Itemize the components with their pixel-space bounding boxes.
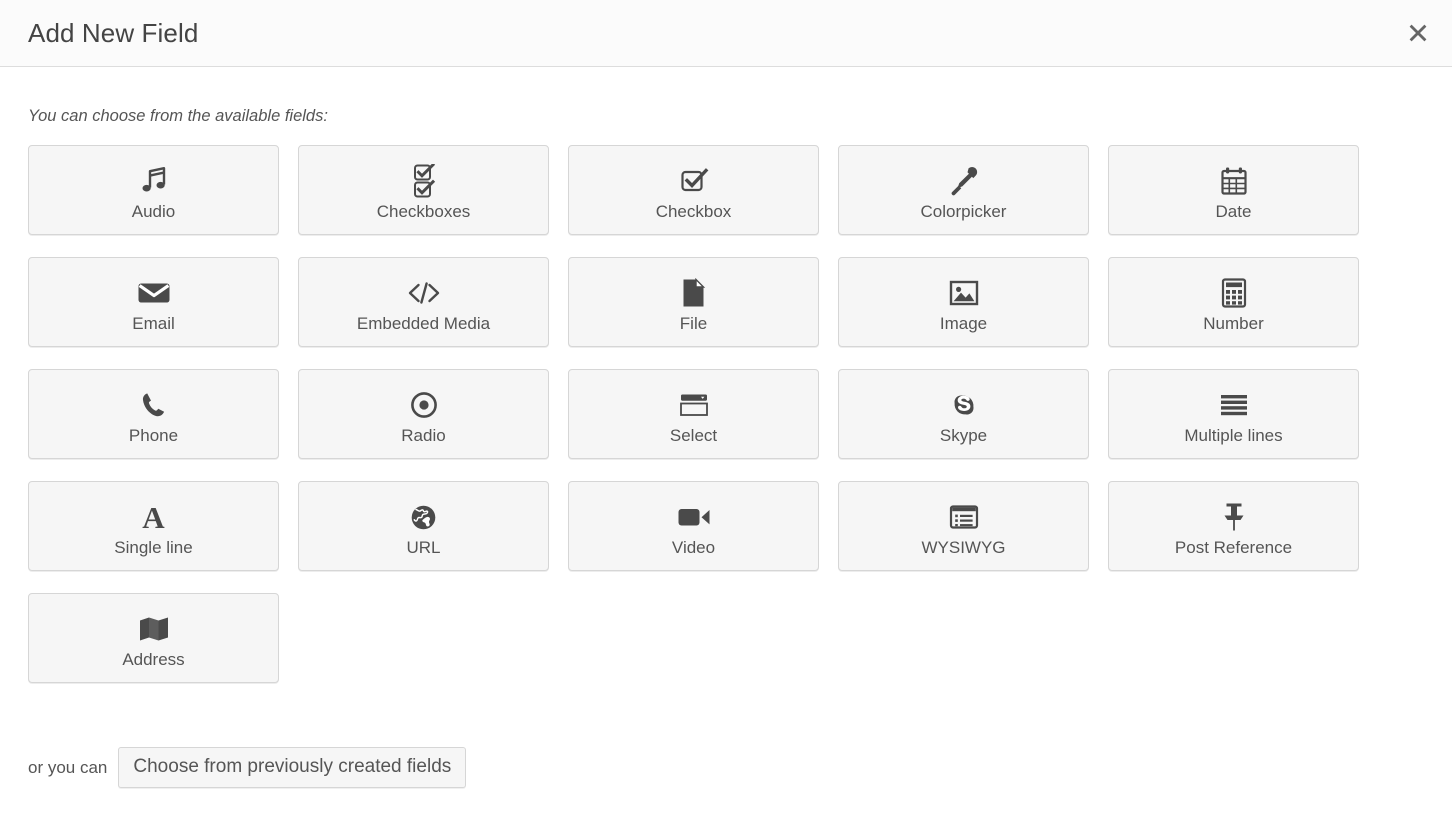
field-button-multiple-lines[interactable]: Multiple lines bbox=[1108, 369, 1359, 459]
field-label: Select bbox=[670, 427, 717, 444]
field-button-embedded-media[interactable]: Embedded Media bbox=[298, 257, 549, 347]
dropdown-select-icon bbox=[678, 387, 710, 423]
field-button-wysiwyg[interactable]: WYSIWYG bbox=[838, 481, 1089, 571]
skype-icon bbox=[950, 387, 978, 423]
radio-button-icon bbox=[410, 387, 438, 423]
field-label: Radio bbox=[401, 427, 445, 444]
field-label: Address bbox=[122, 651, 184, 668]
music-note-icon bbox=[140, 163, 168, 199]
field-button-colorpicker[interactable]: Colorpicker bbox=[838, 145, 1089, 235]
image-icon bbox=[949, 275, 979, 311]
field-button-checkboxes[interactable]: Checkboxes bbox=[298, 145, 549, 235]
page-title: Add New Field bbox=[28, 20, 198, 46]
field-button-select[interactable]: Select bbox=[568, 369, 819, 459]
field-button-url[interactable]: URL bbox=[298, 481, 549, 571]
field-button-address[interactable]: Address bbox=[28, 593, 279, 683]
field-label: Checkboxes bbox=[377, 203, 471, 220]
field-label: Colorpicker bbox=[921, 203, 1007, 220]
field-button-checkbox[interactable]: Checkbox bbox=[568, 145, 819, 235]
field-label: File bbox=[680, 315, 707, 332]
code-brackets-icon bbox=[406, 275, 442, 311]
field-label: Number bbox=[1203, 315, 1263, 332]
field-button-radio[interactable]: Radio bbox=[298, 369, 549, 459]
choose-previous-fields-button[interactable]: Choose from previously created fields bbox=[118, 747, 466, 788]
intro-text: You can choose from the available fields… bbox=[28, 67, 1424, 125]
align-justify-icon bbox=[1219, 387, 1249, 423]
field-label: Email bbox=[132, 315, 175, 332]
field-button-image[interactable]: Image bbox=[838, 257, 1089, 347]
envelope-icon bbox=[137, 275, 171, 311]
field-button-post-reference[interactable]: Post Reference bbox=[1108, 481, 1359, 571]
rich-text-editor-icon bbox=[949, 499, 979, 535]
field-button-skype[interactable]: Skype bbox=[838, 369, 1089, 459]
field-button-single-line[interactable]: A Single line bbox=[28, 481, 279, 571]
modal-header: Add New Field bbox=[0, 0, 1452, 67]
pushpin-icon bbox=[1221, 499, 1247, 535]
checkbox-icon bbox=[679, 163, 709, 199]
field-type-grid: Audio Checkboxes Checkbox bbox=[28, 145, 1364, 705]
double-checkbox-icon bbox=[411, 163, 437, 199]
footer-prefix-label: or you can bbox=[28, 759, 107, 776]
field-button-date[interactable]: Date bbox=[1108, 145, 1359, 235]
globe-icon bbox=[410, 499, 437, 535]
field-label: Date bbox=[1216, 203, 1252, 220]
field-label: Audio bbox=[132, 203, 175, 220]
field-label: Multiple lines bbox=[1184, 427, 1282, 444]
footer-row: or you can Choose from previously create… bbox=[28, 747, 1424, 788]
field-label: Phone bbox=[129, 427, 178, 444]
field-label: Post Reference bbox=[1175, 539, 1292, 556]
field-label: Single line bbox=[114, 539, 192, 556]
eyedropper-icon bbox=[949, 163, 979, 199]
calendar-icon bbox=[1220, 163, 1248, 199]
close-icon bbox=[1407, 22, 1429, 44]
field-button-phone[interactable]: Phone bbox=[28, 369, 279, 459]
field-label: URL bbox=[406, 539, 440, 556]
close-button[interactable] bbox=[1401, 16, 1435, 50]
field-button-file[interactable]: File bbox=[568, 257, 819, 347]
field-button-audio[interactable]: Audio bbox=[28, 145, 279, 235]
field-button-video[interactable]: Video bbox=[568, 481, 819, 571]
folded-map-icon bbox=[138, 611, 170, 647]
modal-body: You can choose from the available fields… bbox=[0, 67, 1452, 788]
letter-a-icon: A bbox=[142, 499, 164, 535]
video-camera-icon bbox=[677, 499, 711, 535]
field-label: Embedded Media bbox=[357, 315, 490, 332]
field-label: Checkbox bbox=[656, 203, 732, 220]
field-label: Skype bbox=[940, 427, 987, 444]
phone-handset-icon bbox=[140, 387, 168, 423]
field-label: Image bbox=[940, 315, 987, 332]
file-icon bbox=[681, 275, 706, 311]
field-button-email[interactable]: Email bbox=[28, 257, 279, 347]
calculator-icon bbox=[1221, 275, 1247, 311]
field-label: WYSIWYG bbox=[921, 539, 1005, 556]
field-button-number[interactable]: Number bbox=[1108, 257, 1359, 347]
field-label: Video bbox=[672, 539, 715, 556]
